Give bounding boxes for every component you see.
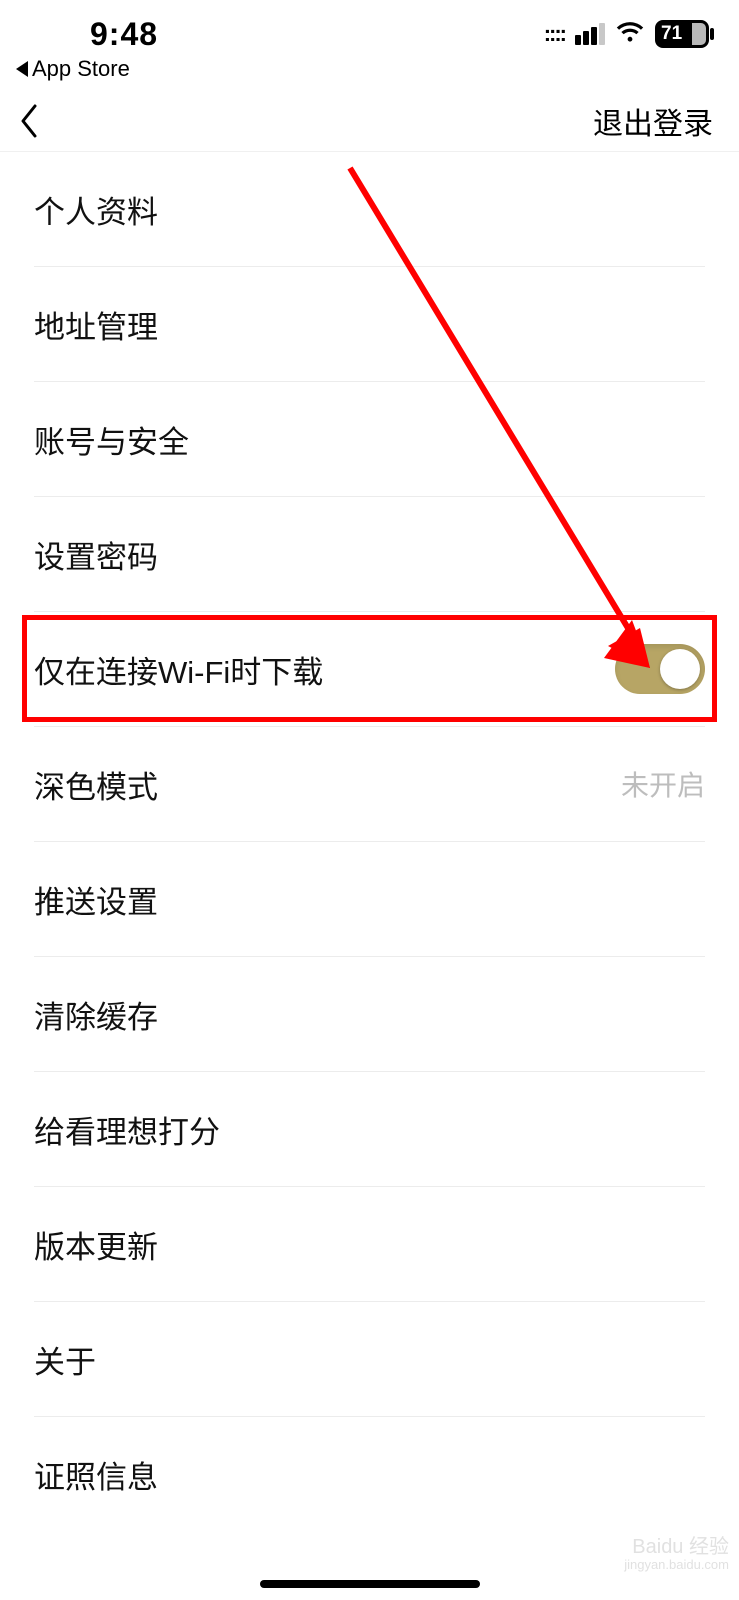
wifi-only-toggle[interactable]	[615, 644, 705, 694]
battery-percent: 71	[661, 23, 682, 45]
row-account-security[interactable]: 账号与安全	[34, 382, 705, 497]
back-app-label: App Store	[32, 56, 130, 82]
row-label: 账号与安全	[34, 417, 189, 462]
back-to-appstore[interactable]: App Store	[0, 56, 739, 90]
chevron-left-icon	[20, 104, 38, 138]
row-label: 个人资料	[34, 187, 158, 232]
row-address[interactable]: 地址管理	[34, 267, 705, 382]
status-right: :::: 71	[544, 20, 709, 49]
row-label: 推送设置	[34, 877, 158, 922]
nav-bar: 退出登录	[0, 90, 739, 152]
back-button[interactable]	[18, 101, 40, 141]
row-label: 仅在连接Wi-Fi时下载	[34, 647, 323, 692]
row-label: 版本更新	[34, 1222, 158, 1267]
row-set-password[interactable]: 设置密码	[34, 497, 705, 612]
cellular-signal-icon	[575, 23, 605, 45]
logout-button[interactable]: 退出登录	[593, 99, 713, 143]
row-license-info[interactable]: 证照信息	[34, 1417, 705, 1532]
row-label: 给看理想打分	[34, 1107, 220, 1152]
row-value: 未开启	[621, 764, 705, 804]
row-profile[interactable]: 个人资料	[34, 152, 705, 267]
row-label: 证照信息	[34, 1452, 158, 1497]
watermark-url: jingyan.baidu.com	[624, 1558, 729, 1572]
row-label: 深色模式	[34, 762, 158, 807]
watermark: Baidu 经验 jingyan.baidu.com	[624, 1536, 729, 1572]
row-wifi-only-download: 仅在连接Wi-Fi时下载	[34, 612, 705, 727]
wifi-icon	[615, 20, 645, 49]
back-triangle-icon	[16, 61, 28, 77]
status-time: 9:48	[30, 16, 158, 53]
row-label: 设置密码	[34, 532, 158, 577]
settings-list: 个人资料 地址管理 账号与安全 设置密码 仅在连接Wi-Fi时下载 深色模式 未…	[0, 152, 739, 1532]
row-about[interactable]: 关于	[34, 1302, 705, 1417]
row-version-update[interactable]: 版本更新	[34, 1187, 705, 1302]
home-indicator[interactable]	[260, 1580, 480, 1588]
row-label: 地址管理	[34, 302, 158, 347]
watermark-brand: Baidu 经验	[632, 1536, 729, 1558]
status-bar: 9:48 :::: 71	[0, 0, 739, 56]
row-label: 关于	[34, 1337, 96, 1382]
row-label: 清除缓存	[34, 992, 158, 1037]
row-rate-app[interactable]: 给看理想打分	[34, 1072, 705, 1187]
row-clear-cache[interactable]: 清除缓存	[34, 957, 705, 1072]
row-push-settings[interactable]: 推送设置	[34, 842, 705, 957]
dual-sim-icon: ::::	[544, 21, 565, 47]
row-dark-mode[interactable]: 深色模式 未开启	[34, 727, 705, 842]
battery-icon: 71	[655, 20, 709, 48]
toggle-knob	[660, 649, 700, 689]
